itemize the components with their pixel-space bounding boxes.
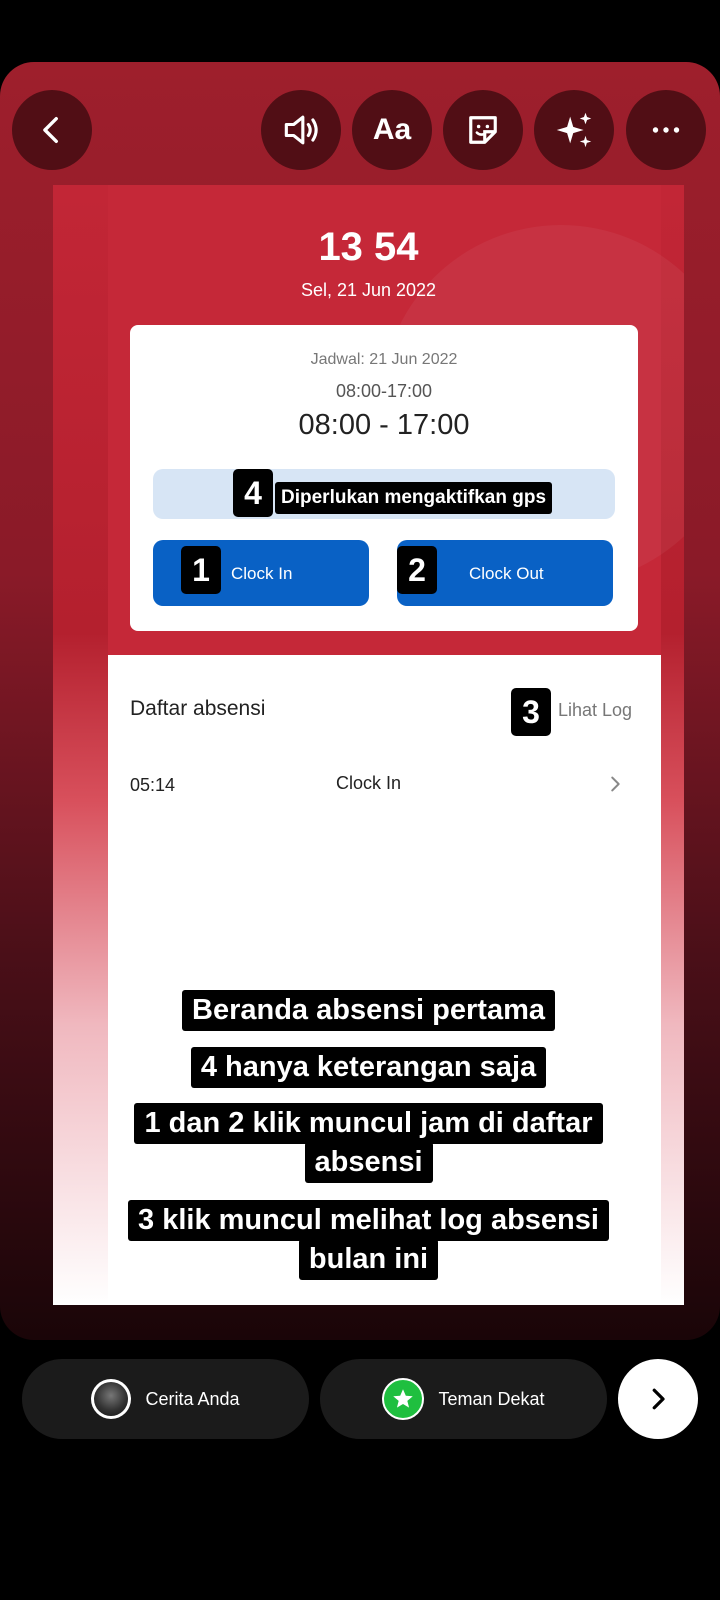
attendance-row-time: 05:14 <box>130 775 176 795</box>
caption-line-4a: 3 klik muncul melihat log absensi <box>53 1200 684 1241</box>
clock-time: 13 54 <box>318 225 419 269</box>
more-button[interactable] <box>626 90 706 170</box>
sparkles-icon <box>556 112 592 148</box>
gps-text: Diperlukan mengaktifkan gps <box>275 482 553 514</box>
log-number-badge: 3 <box>511 688 551 736</box>
chevron-right-icon <box>611 776 620 792</box>
clock-in-label: Clock In <box>231 564 293 583</box>
attendance-list-title: Daftar absensi <box>130 697 266 720</box>
gps-notice: 4 Diperlukan mengaktifkan gps <box>153 469 615 519</box>
caption-line-2: 4 hanya keterangan saja <box>53 1047 684 1088</box>
text-tool-button[interactable]: Aa <box>352 90 432 170</box>
clock-out-button[interactable]: 2 Clock Out <box>397 540 613 606</box>
clock-in-number-badge: 1 <box>181 546 221 594</box>
schedule-hours: 08:00 - 17:00 <box>298 409 470 441</box>
sticker-button[interactable] <box>443 90 523 170</box>
schedule-card: Jadwal: 21 Jun 2022 08:00-17:00 08:00 - … <box>130 325 638 631</box>
clock-out-label: Clock Out <box>469 564 544 583</box>
speaker-icon <box>284 115 318 145</box>
clock-in-button[interactable]: 1 Clock In <box>153 540 369 606</box>
caption-line-4b: bulan ini <box>53 1239 684 1280</box>
effects-button[interactable] <box>534 90 614 170</box>
gps-number-badge: 4 <box>233 469 273 517</box>
your-story-label: Cerita Anda <box>145 1388 240 1409</box>
schedule-label: Jadwal: 21 Jun 2022 <box>310 351 458 368</box>
chevron-right-icon <box>652 1388 665 1410</box>
star-icon <box>382 1378 425 1420</box>
clock-date: Sel, 21 Jun 2022 <box>300 280 437 300</box>
clock-out-number-badge: 2 <box>397 546 437 594</box>
chevron-left-icon <box>43 116 58 144</box>
avatar <box>91 1379 132 1419</box>
text-tool-label: Aa <box>372 113 412 146</box>
story-image: 13 54 Sel, 21 Jun 2022 Jadwal: 21 Jun 20… <box>53 185 684 1305</box>
attendance-row[interactable]: 05:14 Clock In <box>130 771 626 801</box>
schedule-hours-small: 08:00-17:00 <box>335 381 433 401</box>
back-button[interactable] <box>12 90 92 170</box>
caption-line-3b: absensi <box>53 1142 684 1183</box>
close-friends-label: Teman Dekat <box>438 1388 545 1409</box>
close-friends-button[interactable]: Teman Dekat <box>320 1359 607 1439</box>
more-horizontal-icon <box>652 127 680 133</box>
attendance-row-type: Clock In <box>336 773 402 793</box>
your-story-button[interactable]: Cerita Anda <box>22 1359 309 1439</box>
sticker-icon <box>469 116 497 144</box>
sound-button[interactable] <box>261 90 341 170</box>
view-log-link[interactable]: Lihat Log <box>558 700 632 721</box>
caption-line-1: Beranda absensi pertama <box>53 990 684 1031</box>
next-button[interactable] <box>618 1359 698 1439</box>
caption-line-3a: 1 dan 2 klik muncul jam di daftar <box>53 1103 684 1144</box>
